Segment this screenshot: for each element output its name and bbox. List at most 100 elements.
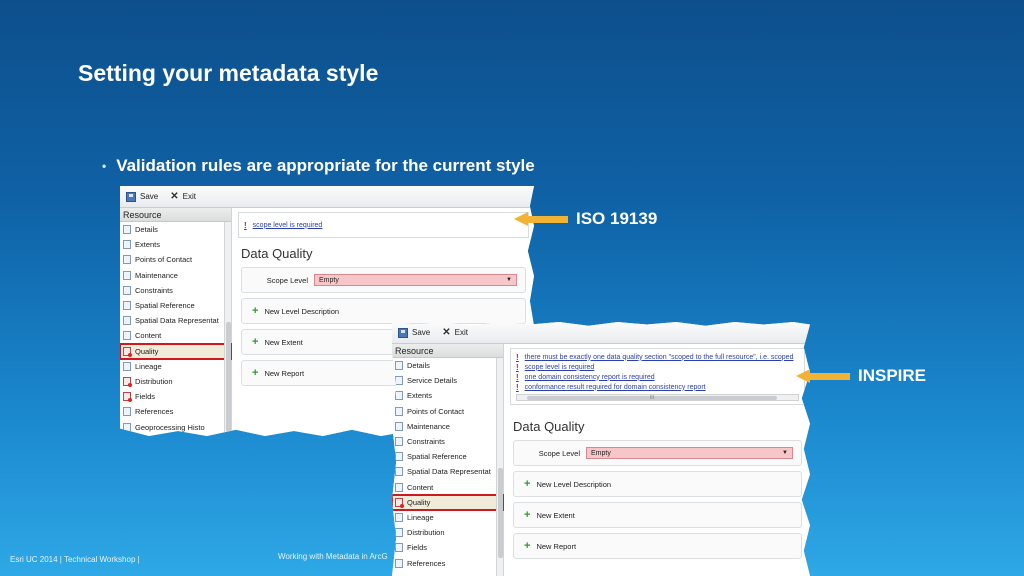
sidebar-list: Details Service Details Extents Points of C… <box>392 358 504 571</box>
sidebar-item-label: Points of Contact <box>135 255 193 265</box>
sidebar-item[interactable]: Distribution <box>392 525 503 540</box>
document-icon <box>395 421 403 431</box>
validation-message[interactable]: ! scope level is required <box>244 220 523 230</box>
save-button[interactable]: Save <box>398 327 431 338</box>
sidebar-item-label: Distribution <box>407 528 445 538</box>
sidebar-scrollbar[interactable] <box>496 358 503 576</box>
scrollbar-thumb[interactable] <box>498 468 503 558</box>
editor-toolbar: Save ✕ Exit <box>392 322 810 344</box>
add-section-card[interactable]: + New Level Description <box>241 298 526 324</box>
sidebar-item[interactable]: Lineage <box>392 510 503 525</box>
plus-icon: + <box>252 336 259 348</box>
sidebar-item[interactable]: Spatial Data Representat <box>120 313 231 328</box>
scrollbar-thumb[interactable] <box>226 322 231 432</box>
exit-label: Exit <box>182 192 196 201</box>
footer-event: Esri UC 2014 | Technical Workshop | <box>10 555 140 564</box>
sidebar-header: Resource <box>392 344 503 358</box>
bullet-point: • Validation rules are appropriate for t… <box>102 156 535 176</box>
add-section-card[interactable]: + New Report <box>513 533 802 559</box>
sidebar-item[interactable]: Spatial Data Representat <box>392 464 503 479</box>
sidebar-item[interactable]: Service Details <box>392 373 503 388</box>
validation-message-text[interactable]: scope level is required <box>253 222 323 229</box>
plus-icon: + <box>524 478 531 490</box>
sidebar-item-label: Spatial Reference <box>407 452 467 462</box>
resource-sidebar: Resource Details Service Details Extents Po… <box>392 344 504 576</box>
sidebar-item[interactable]: Points of Contact <box>120 252 231 267</box>
sidebar-item[interactable]: Details <box>392 358 503 373</box>
save-button[interactable]: Save <box>126 191 158 202</box>
sidebar-item[interactable]: Distribution <box>120 374 231 389</box>
exit-button[interactable]: ✕ Exit <box>442 327 468 338</box>
add-section-card[interactable]: + New Extent <box>513 502 802 528</box>
scope-level-label: Scope Level <box>266 275 308 285</box>
validation-message[interactable]: ! one domain consistency report is requir… <box>516 372 799 382</box>
error-icon: ! <box>244 220 247 230</box>
sidebar-item[interactable]: Quality <box>392 493 504 511</box>
validation-message-text[interactable]: there must be exactly one data quality s… <box>525 354 794 361</box>
document-icon <box>395 512 403 522</box>
sidebar-item[interactable]: Constraints <box>392 434 503 449</box>
sidebar-item[interactable]: Extents <box>120 237 231 252</box>
document-icon <box>395 558 403 568</box>
document-icon <box>123 422 131 432</box>
validation-message[interactable]: ! scope level is required <box>516 362 799 372</box>
scope-level-value: Empty <box>591 449 611 457</box>
validation-message-text[interactable]: one domain consistency report is require… <box>525 374 655 381</box>
exit-button[interactable]: ✕ Exit <box>170 191 196 202</box>
sidebar-item[interactable]: Maintenance <box>120 268 231 283</box>
sidebar-item[interactable]: Spatial Reference <box>120 298 231 313</box>
scope-level-select[interactable]: Empty ▼ <box>586 447 793 459</box>
sidebar-item[interactable]: Maintenance <box>392 419 503 434</box>
add-section-label: New Level Description <box>264 306 340 316</box>
close-icon: ✕ <box>442 327 451 338</box>
sidebar-item[interactable]: Content <box>120 328 231 343</box>
sidebar-item[interactable]: Fields <box>120 389 231 404</box>
sidebar-item-label: References <box>135 407 174 417</box>
add-section-card[interactable]: + New Level Description <box>513 471 802 497</box>
sidebar-header: Resource <box>120 208 231 222</box>
document-icon <box>395 437 403 447</box>
validation-message-text[interactable]: scope level is required <box>525 364 595 371</box>
footer-title: Working with Metadata in ArcG <box>278 552 388 561</box>
sidebar-item[interactable]: Lineage <box>120 359 231 374</box>
sidebar-scrollbar[interactable] <box>224 222 231 436</box>
sidebar-item[interactable]: Details <box>120 222 231 237</box>
document-error-icon <box>395 497 404 508</box>
sidebar-item[interactable]: Spatial Reference <box>392 449 503 464</box>
document-icon <box>395 467 403 477</box>
document-error-icon <box>123 376 132 387</box>
sidebar-item-label: Maintenance <box>135 270 178 280</box>
arrow-left-icon <box>796 369 850 383</box>
editor-main-panel: ! there must be exactly one data quality … <box>505 344 810 576</box>
sidebar-item[interactable]: References <box>120 404 231 419</box>
add-section-label: New Extent <box>264 337 303 347</box>
messages-horizontal-scrollbar[interactable]: III <box>516 394 799 401</box>
sidebar-item-label: Quality <box>407 497 431 507</box>
sidebar-item-label: Details <box>407 361 430 371</box>
validation-message[interactable]: ! there must be exactly one data quality … <box>516 352 799 362</box>
add-section-label: New Extent <box>536 510 575 520</box>
document-icon <box>395 361 403 371</box>
sidebar-item[interactable]: Extents <box>392 388 503 403</box>
sidebar-item[interactable]: Content <box>392 480 503 495</box>
scope-level-row: Scope Level Empty ▼ <box>241 267 526 293</box>
sidebar-item[interactable]: Geoprocessing Histo <box>120 419 231 434</box>
scope-level-select[interactable]: Empty ▼ <box>314 274 517 286</box>
validation-message[interactable]: ! conformance result required for domain … <box>516 382 799 392</box>
save-icon <box>398 327 408 338</box>
error-icon: ! <box>516 372 519 382</box>
sidebar-item[interactable]: References <box>392 555 503 570</box>
validation-messages: ! there must be exactly one data quality … <box>510 348 805 405</box>
sidebar-item[interactable]: Quality <box>120 342 232 360</box>
sidebar-item[interactable]: Points of Contact <box>392 404 503 419</box>
sidebar-item[interactable]: Constraints <box>120 283 231 298</box>
sidebar-item[interactable]: Fields <box>392 540 503 555</box>
save-label: Save <box>412 328 431 337</box>
scope-level-row: Scope Level Empty ▼ <box>513 440 802 466</box>
sidebar-item-label: Points of Contact <box>407 406 465 416</box>
scrollbar-thumb[interactable]: III <box>527 395 777 401</box>
validation-message-text[interactable]: conformance result required for domain c… <box>525 384 706 391</box>
document-icon <box>395 452 403 462</box>
exit-label: Exit <box>454 328 468 337</box>
plus-icon: + <box>524 509 531 521</box>
